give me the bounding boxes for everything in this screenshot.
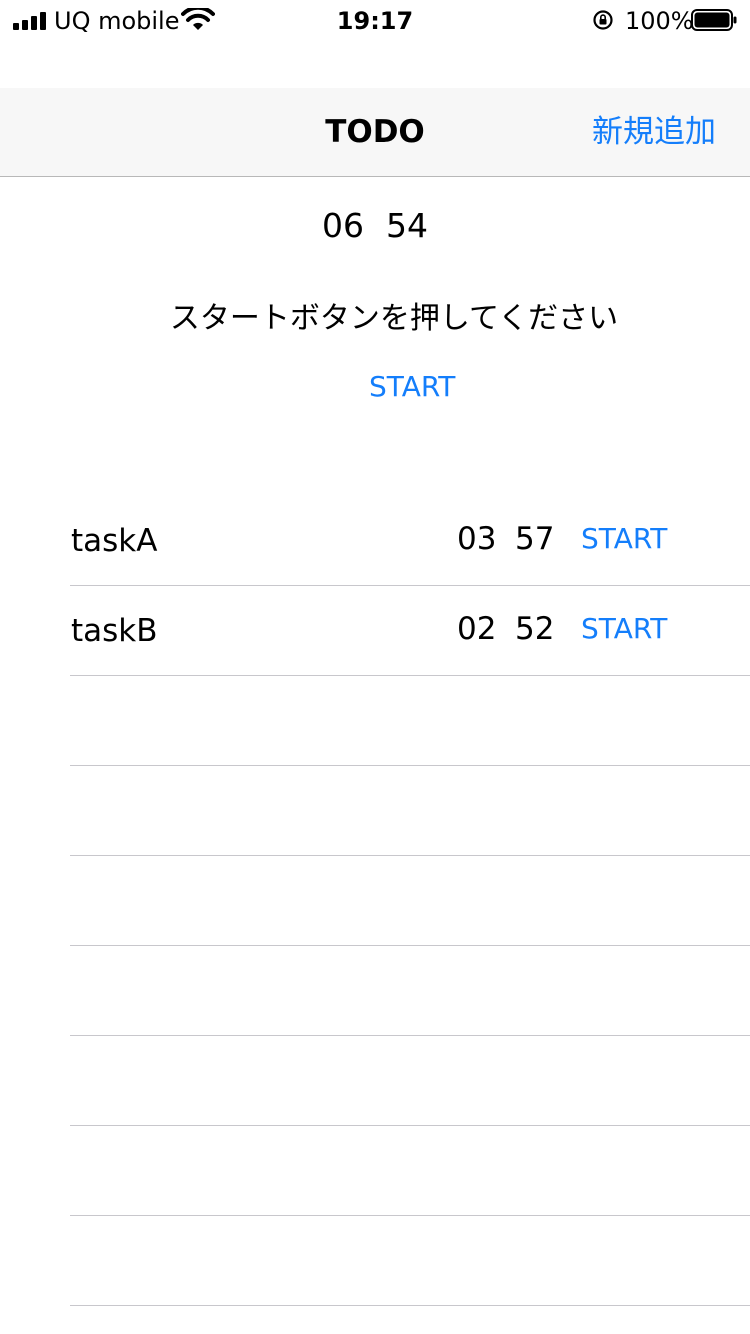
task-start-button[interactable]: START [581,518,667,560]
battery-icon [691,9,737,31]
task-name: taskA [71,523,158,559]
task-minutes: 03 [457,521,497,557]
task-seconds: 52 [515,611,555,647]
task-row[interactable]: taskB 02 52 START [0,586,750,676]
task-name: taskB [71,613,158,649]
task-time: 02 52 [457,608,554,650]
task-row[interactable]: taskA 03 57 START [0,496,750,586]
rotation-lock-icon [593,10,613,30]
empty-row [0,856,750,946]
timer-seconds: 54 [386,206,428,245]
status-bar: UQ mobile 19:17 100% [0,0,750,40]
empty-row [0,1036,750,1126]
navigation-bar: TODO 新規追加 [0,88,750,177]
task-start-button[interactable]: START [581,608,667,650]
empty-row [0,766,750,856]
timer-minutes: 06 [322,206,364,245]
battery-percent: 100% [625,7,694,35]
app-screen: UQ mobile 19:17 100% TODO 新規追加 06 54 スタート… [0,0,750,1334]
add-new-button[interactable]: 新規追加 [592,88,716,177]
empty-row [0,946,750,1036]
task-minutes: 02 [457,611,497,647]
main-start-button[interactable]: START [369,366,455,408]
empty-row [0,1126,750,1216]
empty-row [0,1216,750,1306]
task-seconds: 57 [515,521,555,557]
task-list: taskA 03 57 START taskB 02 52 START [0,496,750,1306]
task-time: 03 57 [457,518,554,560]
empty-row [0,676,750,766]
instruction-message: スタートボタンを押してください [169,301,619,336]
main-timer: 06 54 [0,205,750,247]
row-divider [70,1305,750,1306]
